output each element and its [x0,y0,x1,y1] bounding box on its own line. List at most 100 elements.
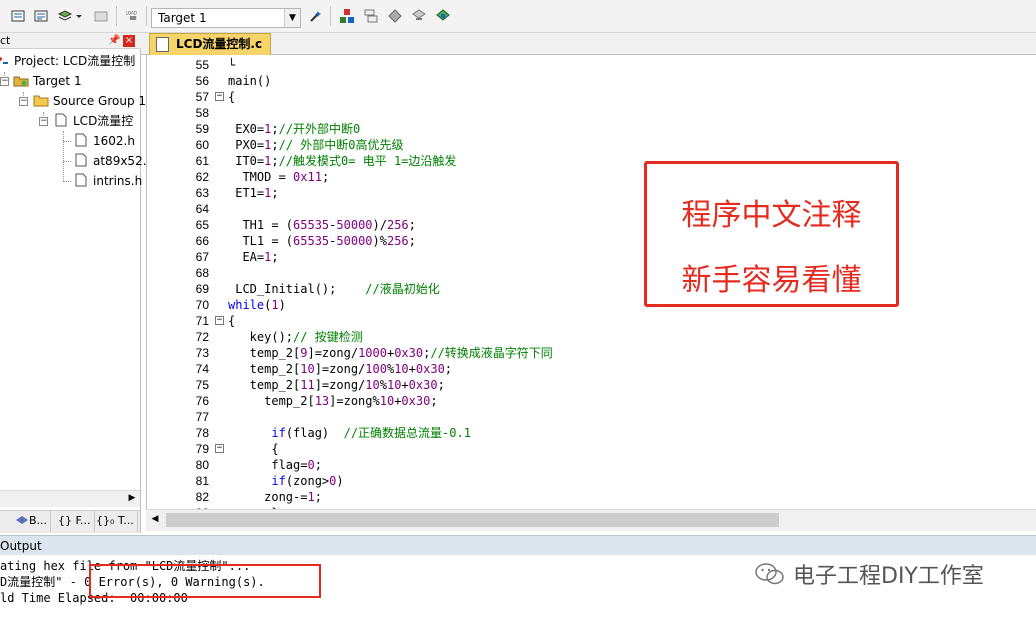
tree-item-include[interactable]: 1602.h [73,131,135,151]
code-line[interactable]: 79− { [147,441,1035,457]
target-folder-icon [13,73,29,87]
code-line[interactable]: 62 TMOD = 0x11; [147,169,1035,185]
target-options-icon[interactable] [307,7,325,25]
code-line[interactable]: 66 TL1 = (65535-50000)%256; [147,233,1035,249]
project-horizontal-scrollbar[interactable]: ▶ [0,490,140,507]
code-line[interactable]: 59 EX0=1;//开外部中断0 [147,121,1035,137]
line-number: 74 [195,362,209,376]
pin-icon[interactable]: 📌 [108,33,120,49]
code-text: ET1=1; [228,186,279,200]
line-number: 70 [195,298,209,312]
code-line[interactable]: 56 main() [147,73,1035,89]
batch-build-icon[interactable] [56,7,74,25]
pack-installer-icon[interactable] [410,7,428,25]
code-line[interactable]: 55 └ [147,57,1035,73]
code-text: IT0=1;//触发模式0= 电平 1=边沿触发 [228,154,457,168]
translate-icon[interactable] [9,7,27,25]
chevron-down-icon[interactable] [74,7,84,25]
project-panel-tabs: B... {} F... {}₀ T... [0,510,140,533]
diamond-icon[interactable] [386,7,404,25]
code-line[interactable]: 61 IT0=1;//触发模式0= 电平 1=边沿触发 [147,153,1035,169]
tree-item-project[interactable]: Project: LCD流量控制 [0,51,135,71]
code-line[interactable]: 60 PX0=1;// 外部中断0高优先级 [147,137,1035,153]
code-line[interactable]: 80 flag=0; [147,457,1035,473]
code-text: main() [228,74,272,88]
chevron-down-icon[interactable]: ▼ [284,9,300,27]
file-icon [73,173,89,187]
line-number: 64 [195,202,209,216]
editor-horizontal-scrollbar[interactable]: ◀ [146,509,1036,531]
software-packs-icon[interactable] [434,7,452,25]
line-number: 69 [195,282,209,296]
chevron-right-icon[interactable]: ▶ [126,493,138,506]
code-text: EA=1; [228,250,279,264]
scrollbar-thumb[interactable] [166,513,779,527]
annotation-line-1: 程序中文注释 [681,198,862,233]
tree-item-include[interactable]: at89x52. [73,151,147,171]
tree-connector [63,161,71,162]
code-line[interactable]: 72 key();// 按键检测 [147,329,1035,345]
collapse-icon[interactable]: − [0,77,9,86]
manage-components-icon[interactable] [338,7,356,25]
code-line[interactable]: 57−{ [147,89,1035,105]
code-line[interactable]: 64 [147,201,1035,217]
line-number: 78 [195,426,209,440]
load-icon[interactable]: LOAD [123,7,143,25]
collapse-icon[interactable]: − [39,117,48,126]
code-line[interactable]: 70 while(1) [147,297,1035,313]
tab-books[interactable]: B... [12,511,52,532]
code-line[interactable]: 82 zong-=1; [147,489,1035,505]
annotation-line-2: 新手容易看懂 [681,263,862,298]
folder-icon [33,93,49,107]
code-text: zong-=1; [228,490,322,504]
code-text: temp_2[9]=zong/1000+0x30;//转换成液晶字符下同 [228,346,553,360]
close-icon[interactable]: × [123,35,135,47]
tab-templates[interactable]: {}₀ T... [93,511,138,532]
tree-item-include[interactable]: intrins.h [73,171,142,191]
tab-source-file[interactable]: LCD流量控制.c [149,33,272,55]
stop-build-icon[interactable] [92,7,110,25]
tab-label: LCD流量控制.c [176,37,263,51]
tree-item-target[interactable]: Target 1 [13,71,82,91]
fold-toggle-icon[interactable]: − [215,444,224,453]
code-line[interactable]: 65 TH1 = (65535-50000)/256; [147,217,1035,233]
code-line[interactable]: 68 [147,265,1035,281]
file-extensions-icon[interactable] [362,7,380,25]
code-line[interactable]: 75 temp_2[11]=zong/10%10+0x30; [147,377,1035,393]
watermark: 电子工程DIY工作室 [755,556,984,592]
fold-toggle-icon[interactable]: − [215,316,224,325]
line-number: 60 [195,138,209,152]
code-line[interactable]: 81 if(zong>0) [147,473,1035,489]
code-text: PX0=1;// 外部中断0高优先级 [228,138,404,152]
collapse-icon[interactable]: − [19,97,28,106]
chevron-left-icon[interactable]: ◀ [148,514,162,528]
tab-functions[interactable]: {} F... [55,511,95,532]
line-number: 59 [195,122,209,136]
code-line[interactable]: 78 if(flag) //正确数据总流量-0.1 [147,425,1035,441]
line-number: 65 [195,218,209,232]
code-line[interactable]: 74 temp_2[10]=zong/100%10+0x30; [147,361,1035,377]
code-text: TMOD = 0x11; [228,170,330,184]
toolbar-separator [146,6,147,26]
code-line[interactable]: 63 ET1=1; [147,185,1035,201]
fold-toggle-icon[interactable]: − [215,92,224,101]
line-number: 77 [195,410,209,424]
build-icon[interactable] [32,7,50,25]
watermark-text: 电子工程DIY工作室 [793,564,984,589]
target-select-value: Target 1 [158,11,207,25]
tab-label: {}₀ T... [96,514,134,527]
code-editor[interactable]: 55 └ 56 main() 57−{58 59 EX0=1;//开外部中断0 60 PX0… [146,55,1036,509]
wechat-icon [755,562,785,586]
toolbar-separator [330,6,331,26]
code-line[interactable]: 73 temp_2[9]=zong/1000+0x30;//转换成液晶字符下同 [147,345,1035,361]
code-line[interactable]: 69 LCD_Initial(); //液晶初始化 [147,281,1035,297]
code-line[interactable]: 71−{ [147,313,1035,329]
line-number: 66 [195,234,209,248]
target-select[interactable]: Target 1 ▼ [151,8,301,28]
tree-item-source-group[interactable]: Source Group 1 [33,91,146,111]
code-line[interactable]: 77 [147,409,1035,425]
code-line[interactable]: 67 EA=1; [147,249,1035,265]
tree-item-source-file[interactable]: LCD流量控 [53,111,133,131]
code-line[interactable]: 76 temp_2[13]=zong%10+0x30; [147,393,1035,409]
code-line[interactable]: 58 [147,105,1035,121]
